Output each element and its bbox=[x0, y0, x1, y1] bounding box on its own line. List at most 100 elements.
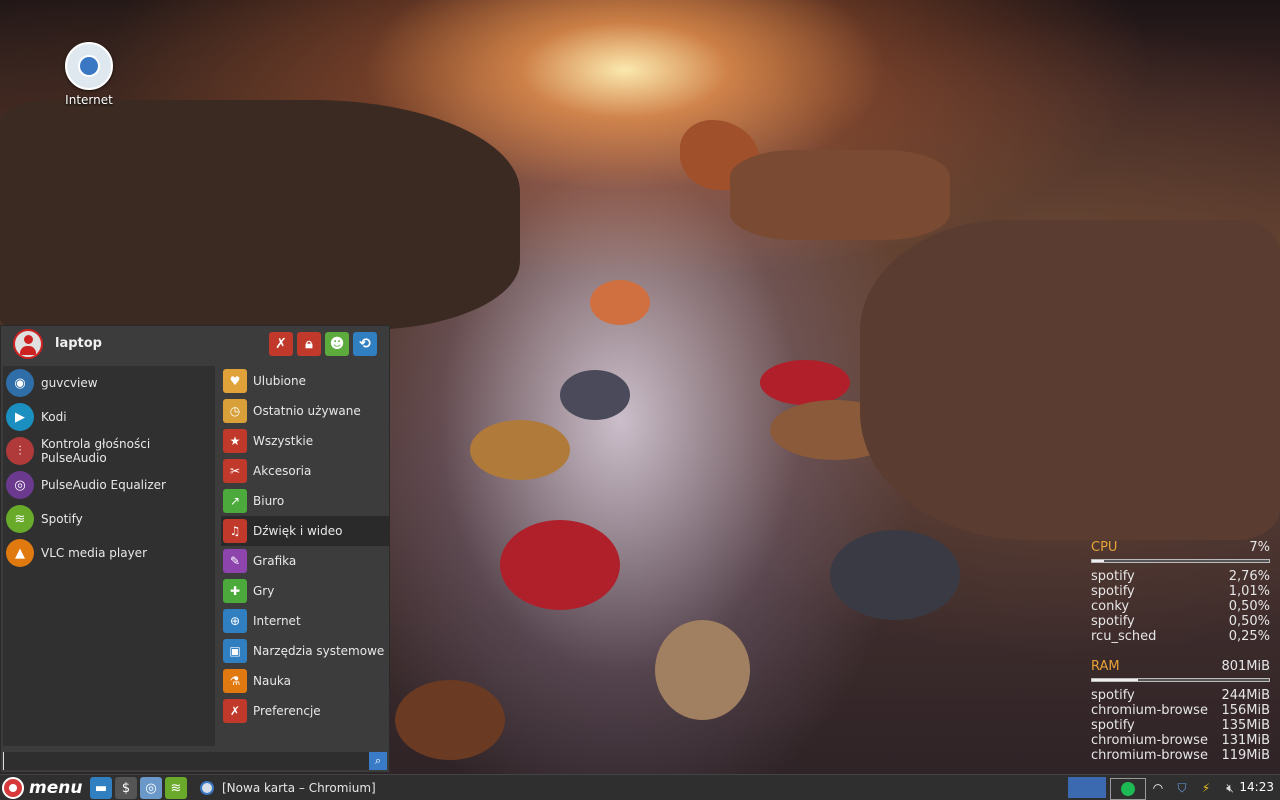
cpu-bar bbox=[1091, 559, 1270, 563]
lock-icon[interactable]: 🔒︎ bbox=[297, 332, 321, 356]
process-row: spotify 135MiB bbox=[1091, 718, 1270, 733]
category-label: Nauka bbox=[253, 674, 292, 688]
conky-monitor: CPU 7% spotify 2,76% spotify 1,01% conky 0,… bbox=[1091, 540, 1270, 763]
category-preferencje[interactable]: ✗ Preferencje bbox=[221, 696, 389, 726]
favorite-label: Kontrola głośności PulseAudio bbox=[41, 437, 151, 465]
category-gry[interactable]: ✚ Gry bbox=[221, 576, 389, 606]
taskbar-item-chromium[interactable]: [Nowa karta – Chromium] bbox=[200, 777, 376, 799]
mixer-icon: ⫶ bbox=[6, 437, 34, 465]
heart-icon: ♥ bbox=[223, 369, 247, 393]
menu-button[interactable]: menu bbox=[2, 776, 82, 800]
flask-icon: ⚗ bbox=[223, 669, 247, 693]
shield-icon[interactable]: ⛉ bbox=[1172, 778, 1192, 798]
category-akcesoria[interactable]: ✂ Akcesoria bbox=[221, 456, 389, 486]
music-icon: ♫ bbox=[223, 519, 247, 543]
clock[interactable]: 14:23 bbox=[1239, 780, 1274, 794]
process-name: spotify bbox=[1091, 614, 1135, 629]
desktop-icon-label: Internet bbox=[65, 93, 113, 107]
favorite-label: PulseAudio Equalizer bbox=[41, 478, 166, 492]
ram-bar bbox=[1091, 678, 1270, 682]
process-value: 119MiB bbox=[1221, 748, 1270, 763]
spotify-icon[interactable]: ≋ bbox=[165, 777, 187, 799]
category-list: ♥ Ulubione ◷ Ostatnio używane ★ Wszystki… bbox=[221, 366, 389, 726]
favorites-list: ◉ guvcview ▶ Kodi ⫶ Kontrola głośności P… bbox=[3, 366, 215, 746]
tools-icon[interactable]: ✗ bbox=[269, 332, 293, 356]
preferences-icon: ✗ bbox=[223, 699, 247, 723]
category-label: Internet bbox=[253, 614, 301, 628]
favorite-vlc[interactable]: ▲ VLC media player bbox=[3, 536, 215, 570]
spotify-icon: ≋ bbox=[6, 505, 34, 533]
category-wszystkie[interactable]: ★ Wszystkie bbox=[221, 426, 389, 456]
category-label: Wszystkie bbox=[253, 434, 314, 448]
menu-button-label: menu bbox=[29, 778, 83, 798]
desktop-icon-internet[interactable]: Internet bbox=[54, 42, 124, 107]
username: laptop bbox=[55, 336, 102, 351]
ram-bar-fill bbox=[1092, 679, 1139, 681]
favorite-spotify[interactable]: ≋ Spotify bbox=[3, 502, 215, 536]
category-nauka[interactable]: ⚗ Nauka bbox=[221, 666, 389, 696]
category-ostatnio-uzywane[interactable]: ◷ Ostatnio używane bbox=[221, 396, 389, 426]
category-label: Narzędzia systemowe bbox=[253, 644, 385, 658]
process-name: rcu_sched bbox=[1091, 629, 1157, 644]
battery-icon[interactable]: ⚡ bbox=[1196, 778, 1216, 798]
category-grafika[interactable]: ✎ Grafika bbox=[221, 546, 389, 576]
palette-icon: ✎ bbox=[223, 549, 247, 573]
category-internet[interactable]: ⊕ Internet bbox=[221, 606, 389, 636]
gamepad-icon: ✚ bbox=[223, 579, 247, 603]
equalizer-icon: ◎ bbox=[6, 471, 34, 499]
process-row: spotify 2,76% bbox=[1091, 569, 1270, 584]
application-menu: laptop ✗ 🔒︎ ☻ ⟲ ◉ guvcview ▶ Kodi ⫶ Kont… bbox=[0, 325, 390, 773]
cpu-header: CPU 7% bbox=[1091, 540, 1270, 555]
users-icon[interactable]: ☻ bbox=[325, 332, 349, 356]
process-name: spotify bbox=[1091, 569, 1135, 584]
vlc-icon: ▲ bbox=[6, 539, 34, 567]
category-label: Akcesoria bbox=[253, 464, 312, 478]
clock-icon: ◷ bbox=[223, 399, 247, 423]
category-label: Dźwięk i wideo bbox=[253, 524, 343, 538]
process-value: 0,50% bbox=[1228, 614, 1270, 629]
process-value: 2,76% bbox=[1228, 569, 1270, 584]
globe-icon: ⊕ bbox=[223, 609, 247, 633]
process-name: conky bbox=[1091, 599, 1130, 614]
process-row: spotify 0,50% bbox=[1091, 614, 1270, 629]
file-manager-icon[interactable]: ▬ bbox=[90, 777, 112, 799]
process-value: 0,25% bbox=[1228, 629, 1270, 644]
volume-muted-icon[interactable]: 🔇︎ bbox=[1220, 778, 1240, 798]
chromium-icon bbox=[65, 42, 113, 90]
terminal-icon[interactable]: $ bbox=[115, 777, 137, 799]
process-row: chromium-browse 156MiB bbox=[1091, 703, 1270, 718]
search-input[interactable] bbox=[3, 752, 367, 770]
favorite-label: guvcview bbox=[41, 376, 98, 390]
spotify-tray-icon[interactable] bbox=[1110, 778, 1146, 800]
search-icon[interactable]: ⌕ bbox=[369, 752, 387, 770]
cpu-value: 7% bbox=[1249, 540, 1270, 555]
process-name: spotify bbox=[1091, 718, 1135, 733]
category-narzedzia-systemowe[interactable]: ▣ Narzędzia systemowe bbox=[221, 636, 389, 666]
favorite-pulseaudio-equalizer[interactable]: ◎ PulseAudio Equalizer bbox=[3, 468, 215, 502]
process-row: chromium-browse 119MiB bbox=[1091, 748, 1270, 763]
category-label: Grafika bbox=[253, 554, 297, 568]
chromium-icon[interactable]: ◎ bbox=[140, 777, 162, 799]
workspace-switcher[interactable] bbox=[1068, 777, 1106, 798]
process-name: chromium-browse bbox=[1091, 748, 1208, 763]
shapes-icon: ★ bbox=[223, 429, 247, 453]
process-value: 244MiB bbox=[1221, 688, 1270, 703]
wifi-icon[interactable]: ◠ bbox=[1148, 778, 1168, 798]
menu-search: ⌕ bbox=[3, 752, 387, 770]
process-value: 131MiB bbox=[1221, 733, 1270, 748]
chromium-icon bbox=[200, 781, 214, 795]
favorite-label: VLC media player bbox=[41, 546, 148, 560]
cpu-bar-fill bbox=[1092, 560, 1105, 562]
favorite-kodi[interactable]: ▶ Kodi bbox=[3, 400, 215, 434]
category-dzwiek-i-wideo[interactable]: ♫ Dźwięk i wideo bbox=[221, 516, 389, 546]
logout-icon[interactable]: ⟲ bbox=[353, 332, 377, 356]
taskbar-item-label: [Nowa karta – Chromium] bbox=[222, 781, 376, 795]
process-value: 156MiB bbox=[1221, 703, 1270, 718]
category-label: Gry bbox=[253, 584, 275, 598]
category-ulubione[interactable]: ♥ Ulubione bbox=[221, 366, 389, 396]
favorite-guvcview[interactable]: ◉ guvcview bbox=[3, 366, 215, 400]
bottom-panel: menu ▬ $ ◎ ≋ [Nowa karta – Chromium] ◠ ⛉… bbox=[0, 774, 1280, 800]
menu-header: laptop ✗ 🔒︎ ☻ ⟲ bbox=[1, 326, 389, 364]
category-biuro[interactable]: ↗ Biuro bbox=[221, 486, 389, 516]
favorite-pulseaudio-volume[interactable]: ⫶ Kontrola głośności PulseAudio bbox=[3, 434, 215, 468]
